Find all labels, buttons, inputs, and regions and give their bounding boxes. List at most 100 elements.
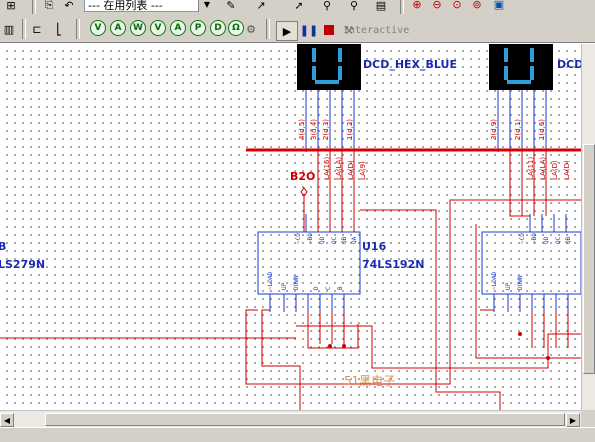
horizontal-scroll-thumb[interactable]	[45, 413, 565, 426]
top-toolbar: ⊞ ⎘ ↶ --- 在用列表 --- ▼ ✎ ↗ ➚ ⚲ ⚲ ▤ ⊕ ⊖ ⊙ ⊚…	[0, 0, 595, 16]
net-label-c2-1: LA(11)	[527, 157, 535, 180]
document-icon[interactable]: ▤	[372, 0, 390, 14]
arrow-tool-icon[interactable]: ➚	[290, 0, 308, 14]
counter-u16-ref: U16	[362, 240, 387, 253]
net-label-c1-1: LA(15)	[323, 157, 331, 180]
toolbar-separator	[22, 19, 26, 39]
scrollbar-corner	[581, 410, 595, 427]
stop-icon[interactable]	[320, 21, 338, 39]
toolbar-separator	[76, 19, 80, 39]
svg-text:QB: QB	[565, 236, 572, 244]
svg-text:UP: UP	[505, 282, 512, 290]
svg-text:QD: QD	[543, 236, 550, 244]
chip-icon[interactable]: ▥	[0, 20, 18, 38]
svg-text:QA: QA	[351, 236, 358, 244]
sheet-tabs-bar	[0, 427, 595, 442]
net-label-c2-3: LA(D)	[551, 160, 559, 180]
svg-text:~BO: ~BO	[531, 233, 538, 244]
net-label-c1-2: LA(LA)	[335, 157, 343, 180]
net-label-c1-4: LA(9)	[359, 161, 367, 180]
counter-u16-pins	[269, 214, 345, 312]
chevron-down-icon[interactable]: ▼	[198, 0, 215, 12]
junction-dot	[328, 344, 332, 348]
left-part-ref: B	[0, 240, 7, 253]
zoom-in-icon[interactable]: ⊕	[408, 0, 426, 13]
net-label-d2-3: 1(d,6)	[538, 119, 546, 140]
counter-u17-pins	[493, 214, 569, 312]
scroll-left-icon[interactable]: ◀	[0, 413, 14, 427]
toolbar-separator	[266, 19, 270, 39]
current-probe-icon[interactable]: A	[170, 20, 186, 36]
counter-u16[interactable]: ~CO ~BO QD QC QB QA ~LOAD UP DOWN D C B	[257, 214, 361, 312]
net-label-c2-4: LA(D)	[563, 160, 571, 180]
svg-text:B: B	[337, 286, 344, 290]
interactive-mode-label: Interactive	[343, 25, 410, 36]
junction-dot	[546, 356, 550, 360]
display-1-label: DCD_HEX_BLUE	[363, 58, 457, 71]
svg-text:~CO: ~CO	[519, 233, 526, 244]
net-label-d1-1: 4(d,5)	[298, 119, 306, 140]
net-label-c2-2: LA(LA)	[539, 157, 547, 180]
schematic-drawing: ~CO ~BO QD QC QB QA ~LOAD UP DOWN D C B	[0, 44, 581, 410]
hierarchy-icon[interactable]: ⊏	[28, 20, 46, 38]
net-label-c1-3: LA(D)	[347, 160, 355, 180]
svg-text:~LOAD: ~LOAD	[267, 272, 274, 290]
counter-u16-pin-labels: ~CO ~BO QD QC QB QA ~LOAD UP DOWN D C B	[267, 233, 358, 290]
toolbar-separator	[400, 0, 404, 14]
vertical-scroll-thumb[interactable]	[583, 144, 595, 374]
svg-text:DOWN: DOWN	[517, 275, 524, 290]
junction-dot	[518, 332, 522, 336]
toolbar-separator	[32, 0, 36, 14]
junction-dot	[342, 344, 346, 348]
play-icon[interactable]: ▶	[276, 21, 298, 41]
display-2-label: DCD	[557, 58, 581, 71]
net-label-d1-4: 1(d,2)	[346, 119, 354, 140]
digital-probe-icon[interactable]: D	[210, 20, 226, 36]
pause-icon[interactable]: ❚❚	[300, 21, 318, 39]
horizontal-scrollbar[interactable]: ◀ ▶	[0, 410, 581, 428]
svg-text:DOWN: DOWN	[293, 275, 300, 290]
zoom-out-icon[interactable]: ⊖	[428, 0, 446, 13]
svg-text:QC: QC	[555, 236, 562, 244]
svg-text:~BO: ~BO	[307, 233, 314, 244]
settings-gear-icon[interactable]: ⚙	[242, 20, 260, 38]
magnify-icon[interactable]: ⚲	[318, 0, 336, 14]
svg-text:QD: QD	[319, 236, 326, 244]
net-label-d2-2: 2(d,1)	[514, 119, 522, 140]
in-use-list-combo[interactable]: --- 在用列表 ---	[84, 0, 214, 12]
wattmeter-icon[interactable]: W	[130, 20, 146, 36]
counter-u17-pin-labels: ~CO ~BO QD QC QB ~LOAD UP DOWN	[491, 233, 572, 290]
counter-u17[interactable]: ~CO ~BO QD QC QB ~LOAD UP DOWN	[481, 214, 581, 312]
zoom-fit-icon[interactable]: ⊚	[468, 0, 486, 13]
zoom-area-icon[interactable]: ⊙	[448, 0, 466, 13]
svg-text:QC: QC	[331, 236, 338, 244]
zoom-full-icon[interactable]: ▣	[490, 0, 508, 13]
watermark-text: 51黑电子	[344, 374, 396, 388]
component-icon[interactable]: ⊞	[2, 0, 20, 14]
svg-text:QB: QB	[341, 236, 348, 244]
connector-icon[interactable]: ⎣	[50, 20, 68, 38]
net-label-b2o: B2O	[290, 170, 316, 183]
schematic-canvas[interactable]: ~CO ~BO QD QC QB QA ~LOAD UP DOWN D C B	[0, 44, 581, 410]
voltmeter-icon[interactable]: V	[90, 20, 106, 36]
magnify-alt-icon[interactable]: ⚲	[345, 0, 363, 14]
wires	[0, 172, 581, 410]
svg-text:C: C	[325, 286, 332, 290]
power-probe-icon[interactable]: P	[190, 20, 206, 36]
voltage-probe-icon[interactable]: V	[150, 20, 166, 36]
svg-text:~CO: ~CO	[295, 233, 302, 244]
net-label-d2-1: 3(d,9)	[490, 119, 498, 140]
undo-icon[interactable]: ↶	[60, 0, 78, 14]
svg-text:~LOAD: ~LOAD	[491, 272, 498, 290]
probe-icon[interactable]: ✎	[222, 0, 240, 14]
copy-icon[interactable]: ⎘	[40, 0, 58, 14]
left-part-type: LS279N	[0, 258, 46, 271]
scroll-right-icon[interactable]: ▶	[566, 413, 580, 427]
svg-text:D: D	[313, 286, 320, 290]
net-label-d1-3: 2(d,3)	[322, 119, 330, 140]
pointer-icon[interactable]: ↗	[252, 0, 270, 14]
counter-u16-type: 74LS192N	[362, 258, 425, 271]
ammeter-icon[interactable]: A	[110, 20, 126, 36]
net-label-d1-2: 3(d,4)	[310, 119, 318, 140]
vertical-scrollbar[interactable]	[581, 44, 595, 410]
